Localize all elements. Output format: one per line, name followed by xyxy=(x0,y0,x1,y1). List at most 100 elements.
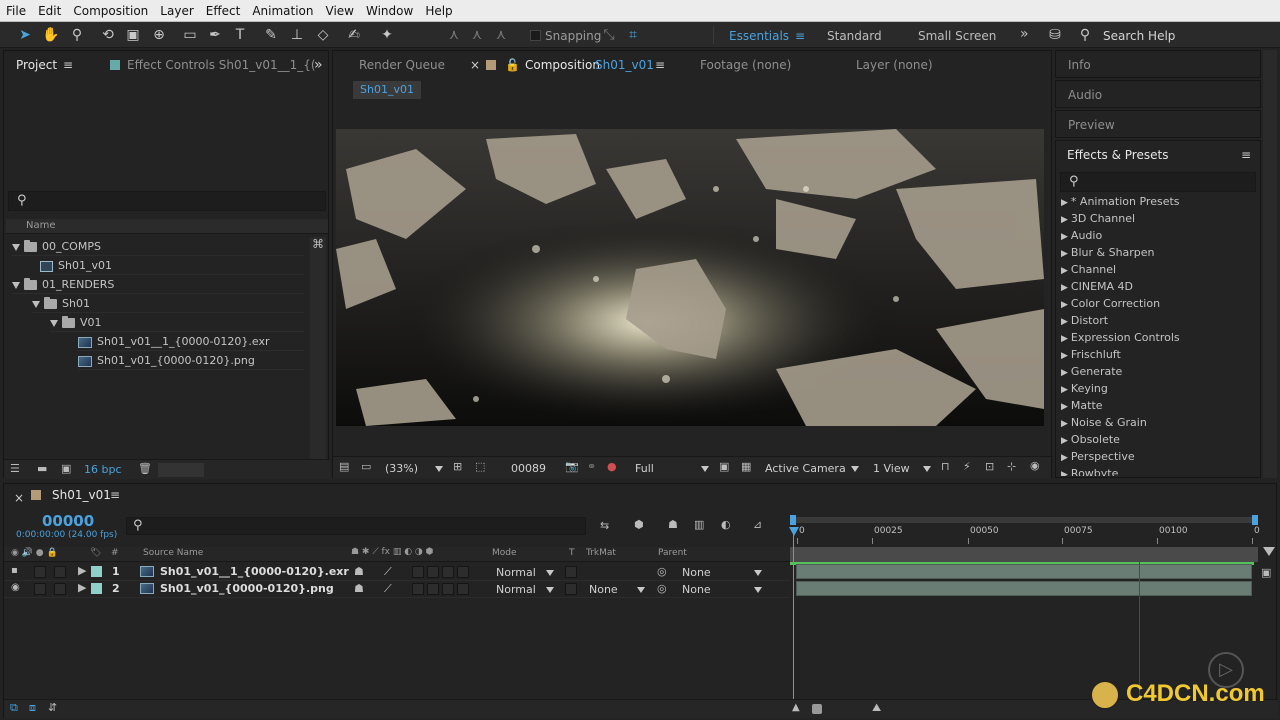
preserve-transparency-toggle[interactable] xyxy=(565,583,577,595)
effects-category[interactable]: * Animation Presets xyxy=(1061,193,1180,210)
audio-toggle[interactable] xyxy=(34,566,46,578)
adjustment-switch[interactable] xyxy=(457,583,469,595)
layer-2-duration-bar[interactable] xyxy=(796,581,1252,596)
preserve-transparency-toggle[interactable] xyxy=(565,566,577,578)
frame-blend-switch[interactable] xyxy=(427,583,439,595)
reset-exposure-icon[interactable]: ◉ xyxy=(1030,459,1040,472)
effects-panel-menu-icon[interactable]: ≡ xyxy=(1241,141,1251,169)
snap-feather-icon[interactable]: ⌗ xyxy=(624,26,642,44)
draft-3d-icon[interactable]: ⬢ xyxy=(634,518,644,531)
effects-switch[interactable] xyxy=(412,583,424,595)
interpret-footage-icon[interactable]: ☰ xyxy=(10,462,20,475)
frame-blend-switch[interactable] xyxy=(427,566,439,578)
column-name[interactable]: Name xyxy=(26,220,56,231)
rectangle-tool-icon[interactable]: ▭ xyxy=(181,26,199,44)
effects-category[interactable]: Channel xyxy=(1061,261,1116,278)
trash-icon[interactable]: 🗑 xyxy=(138,462,152,475)
tab-audio[interactable]: Audio xyxy=(1068,81,1102,109)
navigator-end-handle[interactable] xyxy=(1252,515,1258,525)
project-search-input[interactable]: ⚲ xyxy=(8,191,326,211)
menu-help[interactable]: Help xyxy=(419,4,458,18)
comp-button-icon[interactable] xyxy=(1263,547,1275,556)
expand-triangle-icon[interactable] xyxy=(12,281,20,289)
clone-stamp-tool-icon[interactable]: ⊥ xyxy=(288,26,306,44)
grid-guides-icon[interactable]: ⊞ xyxy=(453,460,462,473)
motion-blur-icon[interactable]: ◐ xyxy=(721,518,731,531)
snapshot-icon[interactable]: 📷 xyxy=(565,460,579,473)
effects-category[interactable]: Blur & Sharpen xyxy=(1061,244,1155,261)
composition-panel-menu-icon[interactable]: ≡ xyxy=(655,51,665,79)
tab-effect-controls[interactable]: Effect Controls Sh01_v01__1_{( xyxy=(127,51,316,79)
new-composition-icon[interactable]: ▣ xyxy=(61,462,71,475)
always-preview-icon[interactable]: ▤ xyxy=(339,460,349,473)
menu-composition[interactable]: Composition xyxy=(67,4,154,18)
effects-category[interactable]: Expression Controls xyxy=(1061,329,1180,346)
comp-mini-flowchart-icon[interactable]: ⇆ xyxy=(600,519,609,532)
project-item[interactable]: 00_COMPS xyxy=(12,237,304,256)
effects-search-input[interactable]: ⚲ xyxy=(1060,172,1256,192)
audio-toggle[interactable] xyxy=(34,583,46,595)
effects-category[interactable]: Audio xyxy=(1061,227,1102,244)
sync-settings-icon[interactable]: ⛁ xyxy=(1046,26,1064,44)
column-source-name[interactable]: Source Name xyxy=(143,548,203,558)
search-help-label[interactable]: Search Help xyxy=(1103,29,1175,43)
effects-category[interactable]: Keying xyxy=(1061,380,1108,397)
effects-category[interactable]: Color Correction xyxy=(1061,295,1160,312)
camera-view-dropdown[interactable]: Active Camera xyxy=(765,461,861,476)
zoom-in-icon[interactable]: ⛰ xyxy=(872,701,881,715)
zoom-tool-icon[interactable]: ⚲ xyxy=(68,26,86,44)
layer-switch-icon[interactable]: ▣ xyxy=(1261,566,1271,579)
playhead-handle[interactable] xyxy=(789,527,799,536)
quality-switch-icon[interactable]: ⟋ xyxy=(384,582,392,596)
region-of-interest-icon[interactable]: ⬚ xyxy=(475,460,485,473)
bit-depth-label[interactable]: 16 bpc xyxy=(84,463,122,476)
menu-effect[interactable]: Effect xyxy=(200,4,247,18)
av-features-icons[interactable]: ◉ 🔊 ● 🔒 xyxy=(11,548,58,558)
track-matte-dropdown[interactable]: None xyxy=(589,582,647,597)
tab-render-queue[interactable]: Render Queue xyxy=(359,51,445,79)
monitor-icon[interactable]: ▭ xyxy=(361,460,371,473)
layer-source-name[interactable]: Sh01_v01_{0000-0120}.png xyxy=(160,582,334,595)
workspace-menu-icon[interactable]: ≡ xyxy=(795,29,805,43)
lock-icon[interactable]: 🔓 xyxy=(505,51,520,79)
eye-icon[interactable]: ◉ xyxy=(11,582,20,593)
show-snapshot-icon[interactable]: ⚭ xyxy=(587,460,596,473)
search-help-icon[interactable]: ⚲ xyxy=(1076,26,1094,44)
project-item[interactable]: 01_RENDERS xyxy=(12,275,304,294)
new-folder-icon[interactable]: ▬ xyxy=(37,462,47,475)
composition-navigator-chip[interactable]: Sh01_v01 xyxy=(353,81,421,99)
type-tool-icon[interactable]: T xyxy=(231,26,249,44)
time-navigator[interactable] xyxy=(790,517,1258,523)
tab-footage[interactable]: Footage (none) xyxy=(700,51,791,79)
magnification-dropdown[interactable]: (33%) xyxy=(385,461,445,476)
snapping-checkbox[interactable] xyxy=(530,30,541,41)
effects-category[interactable]: Obsolete xyxy=(1061,431,1120,448)
quality-switch-icon[interactable]: ⟋ xyxy=(384,565,392,579)
effects-category[interactable]: 3D Channel xyxy=(1061,210,1135,227)
work-area-bar[interactable] xyxy=(790,547,1258,562)
flowchart-view-icon[interactable]: ⊹ xyxy=(1007,460,1016,473)
puppet-pin-tool-icon[interactable]: ✦ xyxy=(378,26,396,44)
shy-layers-icon[interactable]: ☗ xyxy=(668,518,678,531)
roto-brush-tool-icon[interactable]: ✍ xyxy=(345,26,363,44)
expand-layer-icon[interactable]: ▶ xyxy=(78,564,86,577)
hand-tool-icon[interactable]: ✋ xyxy=(42,26,60,44)
toggle-in-out-icon[interactable]: ⇵ xyxy=(48,701,57,714)
fast-preview-icon[interactable]: ⚡ xyxy=(963,460,971,473)
label-column-icon[interactable]: 🏷 xyxy=(90,548,101,558)
play-overlay-icon[interactable]: ▷ xyxy=(1208,652,1244,688)
composition-viewer-image[interactable] xyxy=(336,129,1044,426)
color-channels-icon[interactable]: ● xyxy=(607,460,617,473)
expand-triangle-icon[interactable] xyxy=(50,319,58,327)
motion-blur-switch[interactable] xyxy=(442,566,454,578)
blend-mode-dropdown[interactable]: Normal xyxy=(496,565,556,580)
tab-effects-presets[interactable]: Effects & Presets xyxy=(1067,141,1168,169)
brush-tool-icon[interactable]: ✎ xyxy=(262,26,280,44)
effects-category[interactable]: Matte xyxy=(1061,397,1103,414)
workspace-essentials[interactable]: Essentials xyxy=(729,29,789,43)
expand-triangle-icon[interactable] xyxy=(32,300,40,308)
current-frame-readout[interactable]: 00089 xyxy=(511,462,546,475)
project-thumbnail-slider[interactable] xyxy=(158,463,204,477)
current-time-display[interactable]: 00000 xyxy=(42,512,94,530)
solo-toggle[interactable] xyxy=(54,583,66,595)
